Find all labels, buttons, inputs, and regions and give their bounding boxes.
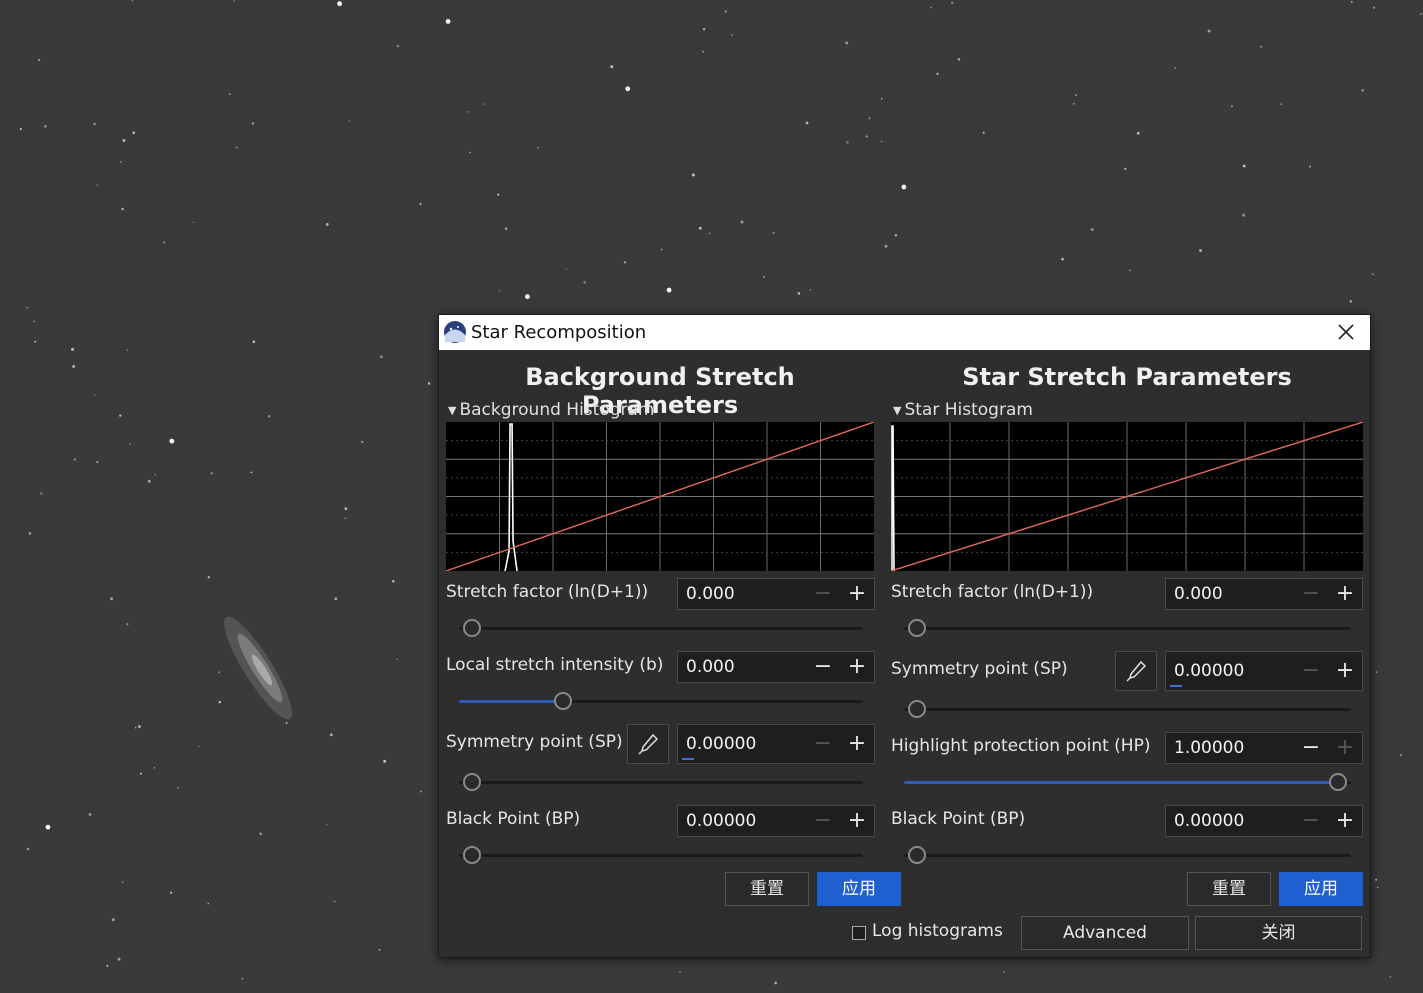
bg-black-point-spinner[interactable]: 0.00000 − +	[677, 805, 875, 837]
expander-down-icon: ▼	[893, 403, 902, 417]
bg-symmetry-picker-button[interactable]	[627, 724, 669, 764]
decrement-button[interactable]: −	[806, 725, 840, 763]
bg-local-intensity-spinner[interactable]: 0.000 − +	[677, 651, 875, 683]
text-cursor-underline	[1170, 685, 1182, 687]
increment-button[interactable]: +	[1328, 579, 1362, 609]
increment-button[interactable]: +	[840, 806, 874, 836]
bg-stretch-factor-spinner[interactable]: 0.000 − +	[677, 578, 875, 610]
increment-button[interactable]: +	[1328, 652, 1362, 690]
eyedropper-icon	[1126, 660, 1147, 682]
star-symmetry-point-value[interactable]: 0.00000	[1166, 652, 1284, 690]
bg-stretch-factor-label: Stretch factor (ln(D+1))	[446, 582, 649, 602]
bg-apply-button[interactable]: 应用	[817, 872, 901, 906]
text-cursor-underline	[682, 758, 694, 760]
close-icon	[1338, 324, 1354, 340]
decrement-button[interactable]: −	[806, 652, 840, 682]
bg-reset-button[interactable]: 重置	[725, 872, 809, 906]
star-recomposition-dialog: Star Recomposition Background Stretch Pa…	[438, 314, 1371, 958]
star-heading: Star Stretch Parameters	[962, 363, 1292, 391]
bg-local-intensity-slider[interactable]	[459, 692, 863, 710]
star-black-point-spinner[interactable]: 0.00000 − +	[1165, 805, 1363, 837]
siril-logo-icon	[444, 321, 466, 343]
increment-button[interactable]: +	[1328, 806, 1362, 836]
star-stretch-factor-label: Stretch factor (ln(D+1))	[891, 582, 1094, 602]
increment-button[interactable]: +	[840, 652, 874, 682]
bg-stretch-factor-slider[interactable]	[459, 619, 863, 637]
star-symmetry-picker-button[interactable]	[1115, 651, 1157, 691]
slider-handle[interactable]	[1329, 773, 1347, 791]
bg-local-intensity-label: Local stretch intensity (b)	[446, 655, 664, 675]
bg-symmetry-point-value[interactable]: 0.00000	[678, 725, 796, 763]
bg-black-point-slider[interactable]	[459, 846, 863, 864]
star-symmetry-point-slider[interactable]	[904, 700, 1351, 718]
slider-handle[interactable]	[463, 846, 481, 864]
increment-button[interactable]: +	[1328, 733, 1362, 763]
star-stretch-factor-value[interactable]: 0.000	[1166, 579, 1284, 609]
star-histogram-label: Star Histogram	[904, 400, 1033, 420]
bg-local-intensity-value[interactable]: 0.000	[678, 652, 796, 682]
star-black-point-label: Black Point (BP)	[891, 809, 1026, 829]
bg-black-point-value[interactable]: 0.00000	[678, 806, 796, 836]
decrement-button[interactable]: −	[806, 806, 840, 836]
decrement-button[interactable]: −	[1294, 579, 1328, 609]
decrement-button[interactable]: −	[1294, 806, 1328, 836]
close-button[interactable]: 关闭	[1195, 916, 1362, 950]
decrement-button[interactable]: −	[1294, 652, 1328, 690]
histogram-peak	[891, 425, 895, 571]
star-symmetry-point-label: Symmetry point (SP)	[891, 659, 1068, 679]
title-bar: Star Recomposition	[439, 315, 1370, 350]
star-histogram-toggle[interactable]: ▼ Star Histogram	[893, 400, 1033, 420]
increment-button[interactable]: +	[840, 725, 874, 763]
increment-button[interactable]: +	[840, 579, 874, 609]
star-apply-button[interactable]: 应用	[1279, 872, 1363, 906]
expander-down-icon: ▼	[448, 403, 457, 417]
window-title: Star Recomposition	[471, 322, 647, 343]
slider-handle[interactable]	[553, 692, 572, 710]
star-highlight-protection-spinner[interactable]: 1.00000 − +	[1165, 732, 1363, 764]
advanced-button[interactable]: Advanced	[1021, 916, 1189, 950]
star-black-point-value[interactable]: 0.00000	[1166, 806, 1284, 836]
close-window-button[interactable]	[1322, 315, 1370, 350]
star-reset-button[interactable]: 重置	[1187, 872, 1271, 906]
background-histogram-label: Background Histogram	[459, 400, 655, 420]
slider-handle[interactable]	[908, 700, 926, 718]
eyedropper-icon	[638, 733, 659, 755]
bg-symmetry-point-label: Symmetry point (SP)	[446, 732, 623, 752]
slider-handle[interactable]	[463, 619, 481, 637]
star-highlight-protection-slider[interactable]	[904, 773, 1351, 791]
bg-symmetry-point-spinner[interactable]: 0.00000 − +	[677, 724, 875, 764]
bg-black-point-label: Black Point (BP)	[446, 809, 581, 829]
slider-handle[interactable]	[908, 619, 926, 637]
bg-symmetry-point-slider[interactable]	[459, 773, 863, 791]
decrement-button[interactable]: −	[1294, 733, 1328, 763]
slider-handle[interactable]	[908, 846, 926, 864]
background-histogram-toggle[interactable]: ▼ Background Histogram	[448, 400, 654, 420]
star-histogram	[891, 422, 1363, 571]
slider-handle[interactable]	[463, 773, 481, 791]
star-highlight-protection-value[interactable]: 1.00000	[1166, 733, 1284, 763]
star-highlight-protection-label: Highlight protection point (HP)	[891, 736, 1151, 756]
log-histograms-checkbox[interactable]	[852, 926, 866, 940]
background-histogram	[446, 422, 874, 571]
decrement-button[interactable]: −	[806, 579, 840, 609]
star-stretch-factor-spinner[interactable]: 0.000 − +	[1165, 578, 1363, 610]
star-symmetry-point-spinner[interactable]: 0.00000 − +	[1165, 651, 1363, 691]
star-stretch-factor-slider[interactable]	[904, 619, 1351, 637]
log-histograms-label: Log histograms	[872, 921, 1003, 941]
star-black-point-slider[interactable]	[904, 846, 1351, 864]
bg-stretch-factor-value[interactable]: 0.000	[678, 579, 796, 609]
